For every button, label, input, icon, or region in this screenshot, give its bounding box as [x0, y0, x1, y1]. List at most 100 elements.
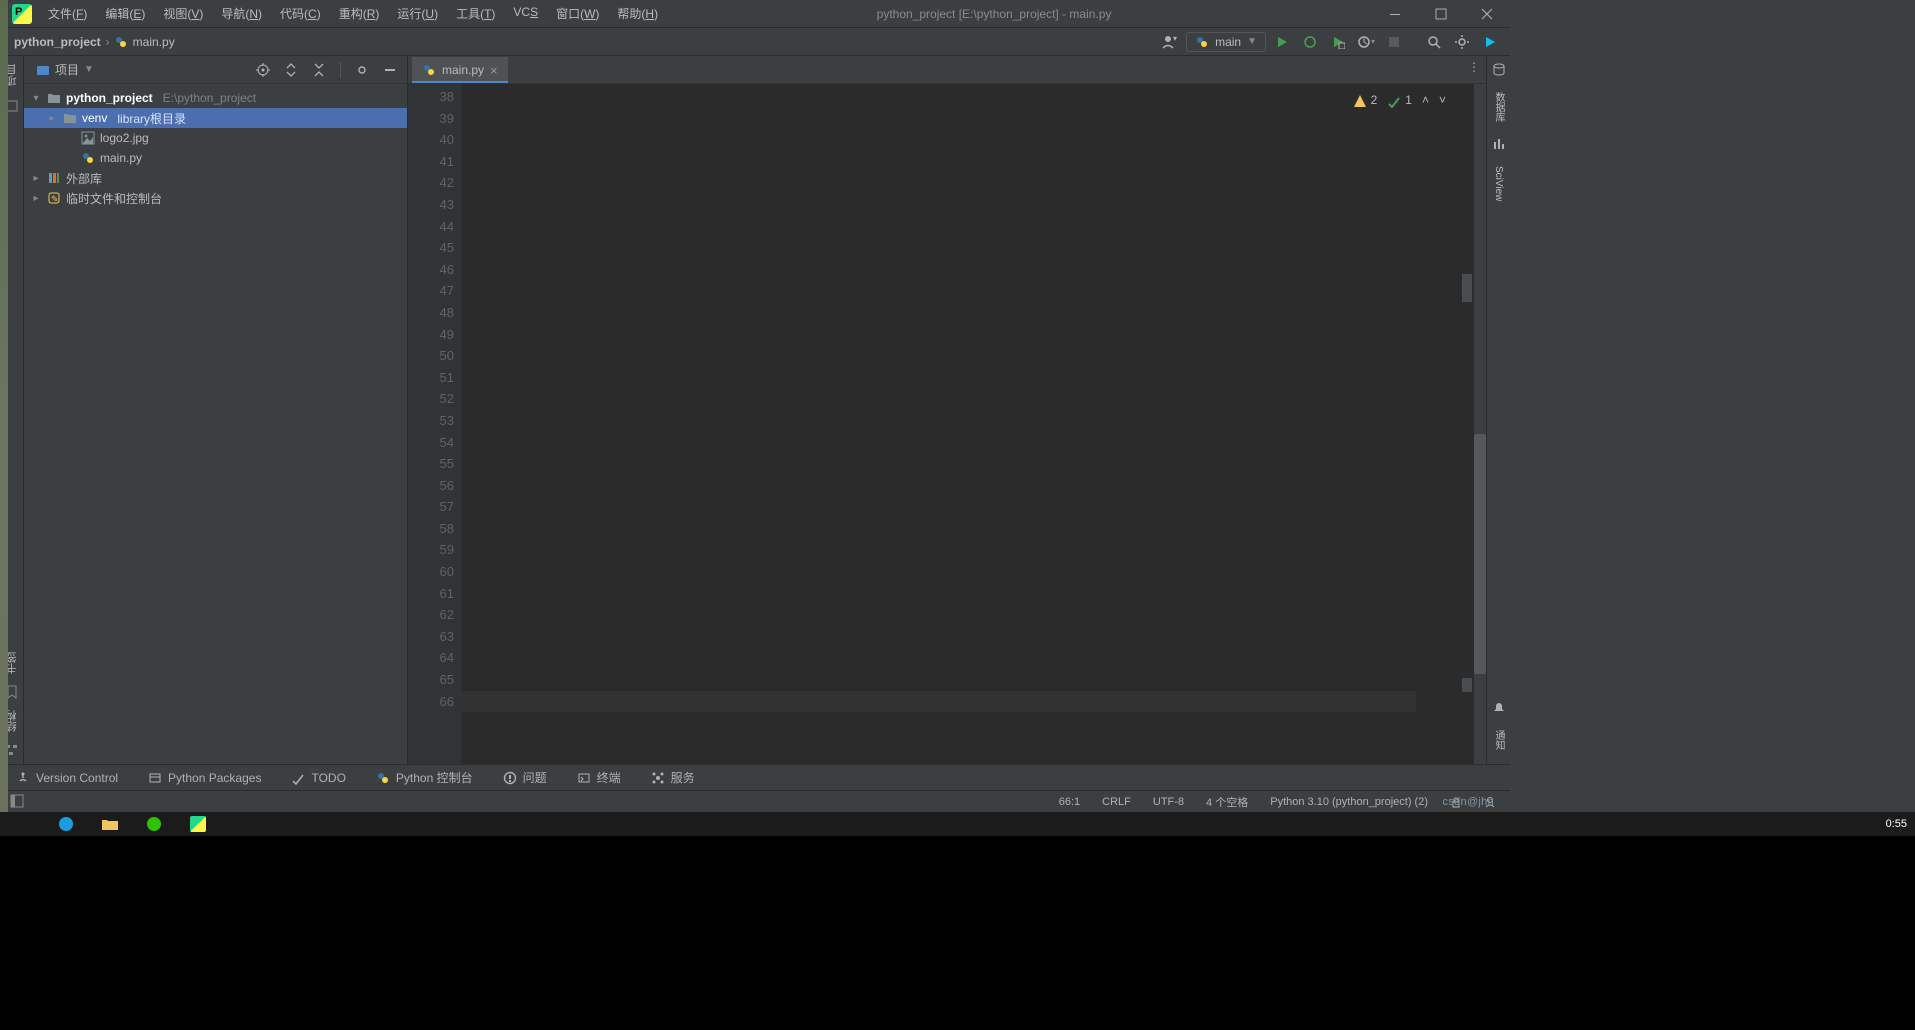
line-number[interactable]: 54 [408, 432, 454, 454]
hide-pane-icon[interactable] [379, 59, 401, 81]
right-tool-notifications[interactable]: 通知 [1489, 726, 1508, 754]
line-number[interactable]: 63 [408, 626, 454, 648]
menu-编辑[interactable]: 编辑(E) [97, 1, 153, 26]
line-number[interactable]: 53 [408, 410, 454, 432]
line-number[interactable]: 64 [408, 647, 454, 669]
menu-文件[interactable]: 文件(F) [40, 1, 95, 26]
right-tool-database[interactable]: 数据库 [1489, 88, 1508, 126]
menu-帮助[interactable]: 帮助(H) [609, 1, 666, 26]
editor-body[interactable]: 3839404142434445464748495051525354555657… [408, 84, 1486, 764]
close-button[interactable] [1464, 0, 1510, 27]
tree-item-venv[interactable]: ▸ venv library根目录 [24, 108, 407, 128]
project-tree[interactable]: ▾ python_project E:\python_project ▸ ven… [24, 84, 407, 764]
right-tool-sciview[interactable]: SciView [1491, 162, 1506, 205]
debug-button[interactable] [1298, 30, 1322, 54]
bottom-tool-Python-Packages[interactable]: Python Packages [142, 768, 267, 788]
chevron-right-icon[interactable]: ▸ [46, 113, 58, 124]
chevron-down-icon[interactable]: ▾ [30, 93, 42, 104]
code-area[interactable]: 2 1 ˄ ˅ [461, 84, 1486, 764]
line-number[interactable]: 42 [408, 172, 454, 194]
minimize-button[interactable] [1372, 0, 1418, 27]
settings-icon[interactable] [1450, 30, 1474, 54]
tree-external-libraries[interactable]: ▸ 外部库 [24, 168, 407, 188]
project-view-selector[interactable]: 项目 ▼ [30, 59, 100, 80]
pane-settings-icon[interactable] [351, 59, 373, 81]
line-number[interactable]: 58 [408, 518, 454, 540]
line-number[interactable]: 59 [408, 539, 454, 561]
line-number[interactable]: 62 [408, 604, 454, 626]
line-number[interactable]: 55 [408, 453, 454, 475]
tree-item-main-py[interactable]: main.py [24, 148, 407, 168]
line-number[interactable]: 39 [408, 108, 454, 130]
bottom-tool-问题[interactable]: 问题 [497, 766, 553, 789]
bottom-tool-TODO[interactable]: TODO [285, 768, 351, 788]
line-number[interactable]: 52 [408, 388, 454, 410]
close-tab-icon[interactable]: × [490, 63, 498, 78]
add-user-icon[interactable]: ▾ [1158, 30, 1182, 54]
profile-button[interactable]: ▾ [1354, 30, 1378, 54]
status-encoding[interactable]: UTF-8 [1149, 794, 1188, 810]
run-configuration-selector[interactable]: main ▼ [1186, 32, 1266, 52]
line-number[interactable]: 48 [408, 302, 454, 324]
expand-all-icon[interactable] [280, 59, 302, 81]
line-number[interactable]: 40 [408, 129, 454, 151]
tree-root[interactable]: ▾ python_project E:\python_project [24, 88, 407, 108]
line-number[interactable]: 57 [408, 496, 454, 518]
status-caret[interactable]: 66:1 [1055, 794, 1084, 810]
maximize-button[interactable] [1418, 0, 1464, 27]
line-number[interactable]: 65 [408, 669, 454, 691]
bottom-tool-Version-Control[interactable]: Version Control [10, 768, 124, 788]
line-number[interactable]: 50 [408, 345, 454, 367]
line-number[interactable]: 66 [408, 691, 454, 713]
os-taskbar[interactable]: 0:55 [0, 812, 1915, 836]
inspection-widget[interactable]: 2 1 ˄ ˅ [1353, 90, 1446, 112]
taskbar-app-explorer[interactable] [88, 812, 132, 836]
line-number[interactable]: 60 [408, 561, 454, 583]
line-number[interactable]: 61 [408, 583, 454, 605]
menu-视图[interactable]: 视图(V) [155, 1, 211, 26]
typo-count[interactable]: 1 [1387, 90, 1412, 112]
line-number[interactable]: 43 [408, 194, 454, 216]
editor-tab-main[interactable]: main.py × [412, 57, 508, 83]
line-number[interactable]: 44 [408, 216, 454, 238]
menu-运行[interactable]: 运行(U) [389, 1, 446, 26]
menu-导航[interactable]: 导航(N) [213, 1, 270, 26]
tree-item-logo2[interactable]: logo2.jpg [24, 128, 407, 148]
line-number[interactable]: 49 [408, 324, 454, 346]
chevron-right-icon[interactable]: ▸ [30, 193, 42, 204]
taskbar-clock[interactable]: 0:55 [1878, 818, 1915, 830]
menu-重构[interactable]: 重构(R) [331, 1, 388, 26]
status-line-sep[interactable]: CRLF [1098, 794, 1135, 810]
taskbar-app-pycharm[interactable] [176, 812, 220, 836]
breadcrumb-file[interactable]: main.py [114, 35, 175, 49]
line-number[interactable]: 46 [408, 259, 454, 281]
sciview-icon[interactable] [1491, 136, 1507, 152]
locate-icon[interactable] [252, 59, 274, 81]
line-number[interactable]: 47 [408, 280, 454, 302]
search-everywhere-icon[interactable] [1422, 30, 1446, 54]
stop-button[interactable] [1382, 30, 1406, 54]
menu-代码[interactable]: 代码(C) [272, 1, 329, 26]
editor-tabs-more-icon[interactable]: ⋮ [1468, 60, 1480, 74]
bottom-tool-Python-控制台[interactable]: Python 控制台 [370, 766, 479, 789]
menu-工具[interactable]: 工具(T) [448, 1, 503, 26]
bottom-tool-终端[interactable]: 终端 [571, 766, 627, 789]
menu-VCS[interactable]: VCS [505, 1, 546, 26]
warning-count[interactable]: 2 [1353, 90, 1378, 112]
tool-window-quick-access-icon[interactable] [10, 794, 26, 810]
editor-scrollbar[interactable] [1474, 84, 1486, 764]
line-number[interactable]: 45 [408, 237, 454, 259]
line-number[interactable]: 38 [408, 86, 454, 108]
line-number[interactable]: 41 [408, 151, 454, 173]
bell-icon[interactable] [1491, 700, 1507, 716]
taskbar-start-icon[interactable] [0, 812, 44, 836]
taskbar-app-edge[interactable] [44, 812, 88, 836]
inspection-up-icon[interactable]: ˄ [1422, 90, 1429, 112]
status-indent[interactable]: 4 个空格 [1202, 792, 1252, 812]
inspection-down-icon[interactable]: ˅ [1439, 90, 1446, 112]
bottom-tool-服务[interactable]: 服务 [645, 766, 701, 789]
status-interpreter[interactable]: Python 3.10 (python_project) (2) [1266, 794, 1432, 810]
line-number[interactable]: 56 [408, 475, 454, 497]
taskbar-app-wechat[interactable] [132, 812, 176, 836]
scrollbar-thumb[interactable] [1474, 434, 1486, 674]
